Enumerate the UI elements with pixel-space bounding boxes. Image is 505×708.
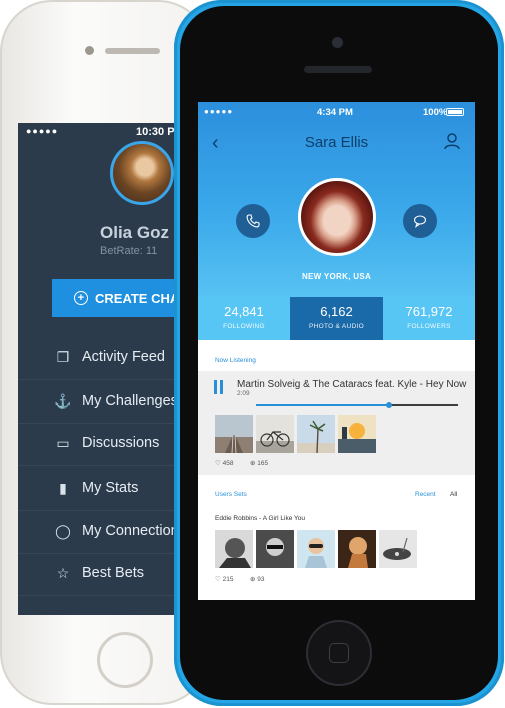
profile-stats: 24,841 FOLLOWING 6,162 PHOTO & AUDIO 761… [198, 297, 475, 340]
menu-item-best-bets[interactable]: ☆ Best Bets [18, 551, 193, 596]
photo-thumbnail[interactable] [338, 415, 376, 453]
heart-icon: ♡ [215, 576, 221, 583]
create-button-label: CREATE CHA [95, 290, 180, 306]
user-name: Olia Goz [100, 223, 169, 242]
front-home-button[interactable] [306, 620, 372, 686]
photo-thumbnail[interactable] [297, 415, 335, 453]
shares-value: 93 [257, 576, 265, 583]
track-progress-bar[interactable] [256, 402, 458, 408]
photo-thumbnail[interactable] [379, 530, 417, 568]
menu-item-label: Activity Feed [82, 349, 165, 365]
menu-item-my-connections[interactable]: ◯ My Connection [18, 509, 193, 554]
track-time: 2:09 [237, 390, 250, 397]
activity-feed-icon: ❐ [56, 348, 70, 365]
track-title[interactable]: Martin Solveig & The Cataracs feat. Kyle… [237, 379, 466, 390]
page-title: Sara Ellis [304, 134, 369, 151]
stat-label: FOLLOWERS [407, 323, 451, 330]
likes-count[interactable]: ♡ 458 [215, 459, 234, 467]
plus-circle-icon: + [74, 291, 88, 305]
speech-bubble-icon: ▭ [56, 434, 70, 451]
heart-icon: ♡ [215, 460, 221, 467]
create-challenge-button[interactable]: + CREATE CHA [52, 279, 193, 317]
status-time: 4:34 PM [317, 107, 353, 118]
menu-item-label: Best Bets [82, 565, 145, 581]
photo-thumbnail[interactable] [256, 415, 294, 453]
location-label: NEW YORK, USA [301, 272, 372, 281]
tab-all[interactable]: All [450, 491, 457, 498]
likes-count[interactable]: ♡ 215 [215, 575, 234, 583]
stat-following[interactable]: 24,841 FOLLOWING [198, 297, 290, 340]
person-icon: ◯ [55, 522, 71, 539]
users-sets-label: Users Sets [215, 491, 247, 498]
status-bar: ●●●●● 4:34 PM 100% [198, 102, 475, 122]
menu-item-label: Discussions [82, 435, 160, 451]
menu-item-my-stats[interactable]: ▮ My Stats [18, 466, 193, 511]
photo-thumbnail[interactable] [215, 530, 253, 568]
back-status-bar: ●●●●● 10:30 P [18, 123, 193, 141]
likes-value: 215 [222, 576, 234, 583]
phone-icon [246, 214, 260, 228]
bet-rate: BetRate: 11 [100, 245, 158, 257]
stat-followers[interactable]: 761,972 FOLLOWERS [383, 297, 475, 340]
menu-item-label: My Stats [82, 480, 139, 496]
shares-value: 165 [257, 460, 269, 467]
home-square-icon [329, 643, 349, 663]
front-phone-screen: ●●●●● 4:34 PM 100% ‹ Sara Ellis NEW YORK… [198, 102, 475, 600]
plus-circle-icon: ⊕ [250, 460, 256, 467]
battery-percent: 100% [423, 107, 448, 118]
stat-label: PHOTO & AUDIO [308, 323, 365, 330]
front-speaker [304, 66, 372, 73]
chat-bubble-icon [413, 215, 427, 228]
signal-dots: ●●●●● [204, 107, 234, 116]
back-phone-speaker [105, 48, 160, 54]
battery-icon [446, 108, 464, 116]
avatar[interactable] [298, 178, 376, 256]
star-icon: ☆ [56, 564, 70, 581]
photo-thumbnail[interactable] [215, 415, 253, 453]
anchor-icon: ⚓ [54, 392, 72, 409]
menu-item-label: My Connection [82, 523, 179, 539]
set-title[interactable]: Eddie Robbins - A Girl Like You [215, 515, 305, 522]
photo-thumbnail[interactable] [297, 530, 335, 568]
stat-label: FOLLOWING [223, 323, 265, 330]
likes-value: 458 [222, 460, 234, 467]
menu-item-activity-feed[interactable]: ❐ Activity Feed [18, 335, 193, 380]
back-phone-screen: ●●●●● 10:30 P Olia Goz BetRate: 11 + CRE… [18, 123, 193, 615]
stat-value: 6,162 [320, 304, 353, 319]
progress-fill [256, 404, 390, 406]
user-profile-icon[interactable] [443, 132, 461, 150]
signal-dots: ●●●●● [26, 126, 59, 136]
call-button[interactable] [236, 204, 270, 238]
message-button[interactable] [403, 204, 437, 238]
bar-chart-icon: ▮ [59, 479, 67, 496]
photo-thumbnail[interactable] [256, 530, 294, 568]
stat-value: 24,841 [224, 304, 264, 319]
stat-photo-audio[interactable]: 6,162 PHOTO & AUDIO [290, 297, 383, 340]
photo-thumbnail[interactable] [338, 530, 376, 568]
tab-recent[interactable]: Recent [415, 491, 436, 498]
plus-circle-icon: ⊕ [250, 576, 256, 583]
shares-count[interactable]: ⊕ 93 [250, 575, 265, 583]
avatar[interactable] [110, 141, 174, 205]
status-time: 10:30 P [136, 126, 175, 138]
stat-value: 761,972 [405, 304, 453, 319]
menu-item-label: My Challenges [82, 393, 178, 409]
back-phone-camera [85, 46, 94, 55]
front-camera [332, 37, 343, 48]
menu-item-my-challenges[interactable]: ⚓ My Challenges [18, 379, 193, 424]
profile-header: ●●●●● 4:34 PM 100% ‹ Sara Ellis NEW YORK… [198, 102, 475, 297]
now-listening-label: Now Listening [215, 357, 256, 364]
pause-icon[interactable] [214, 380, 224, 394]
menu-item-discussions[interactable]: ▭ Discussions [18, 421, 193, 466]
shares-count[interactable]: ⊕ 165 [250, 459, 268, 467]
back-home-button[interactable] [97, 632, 153, 688]
